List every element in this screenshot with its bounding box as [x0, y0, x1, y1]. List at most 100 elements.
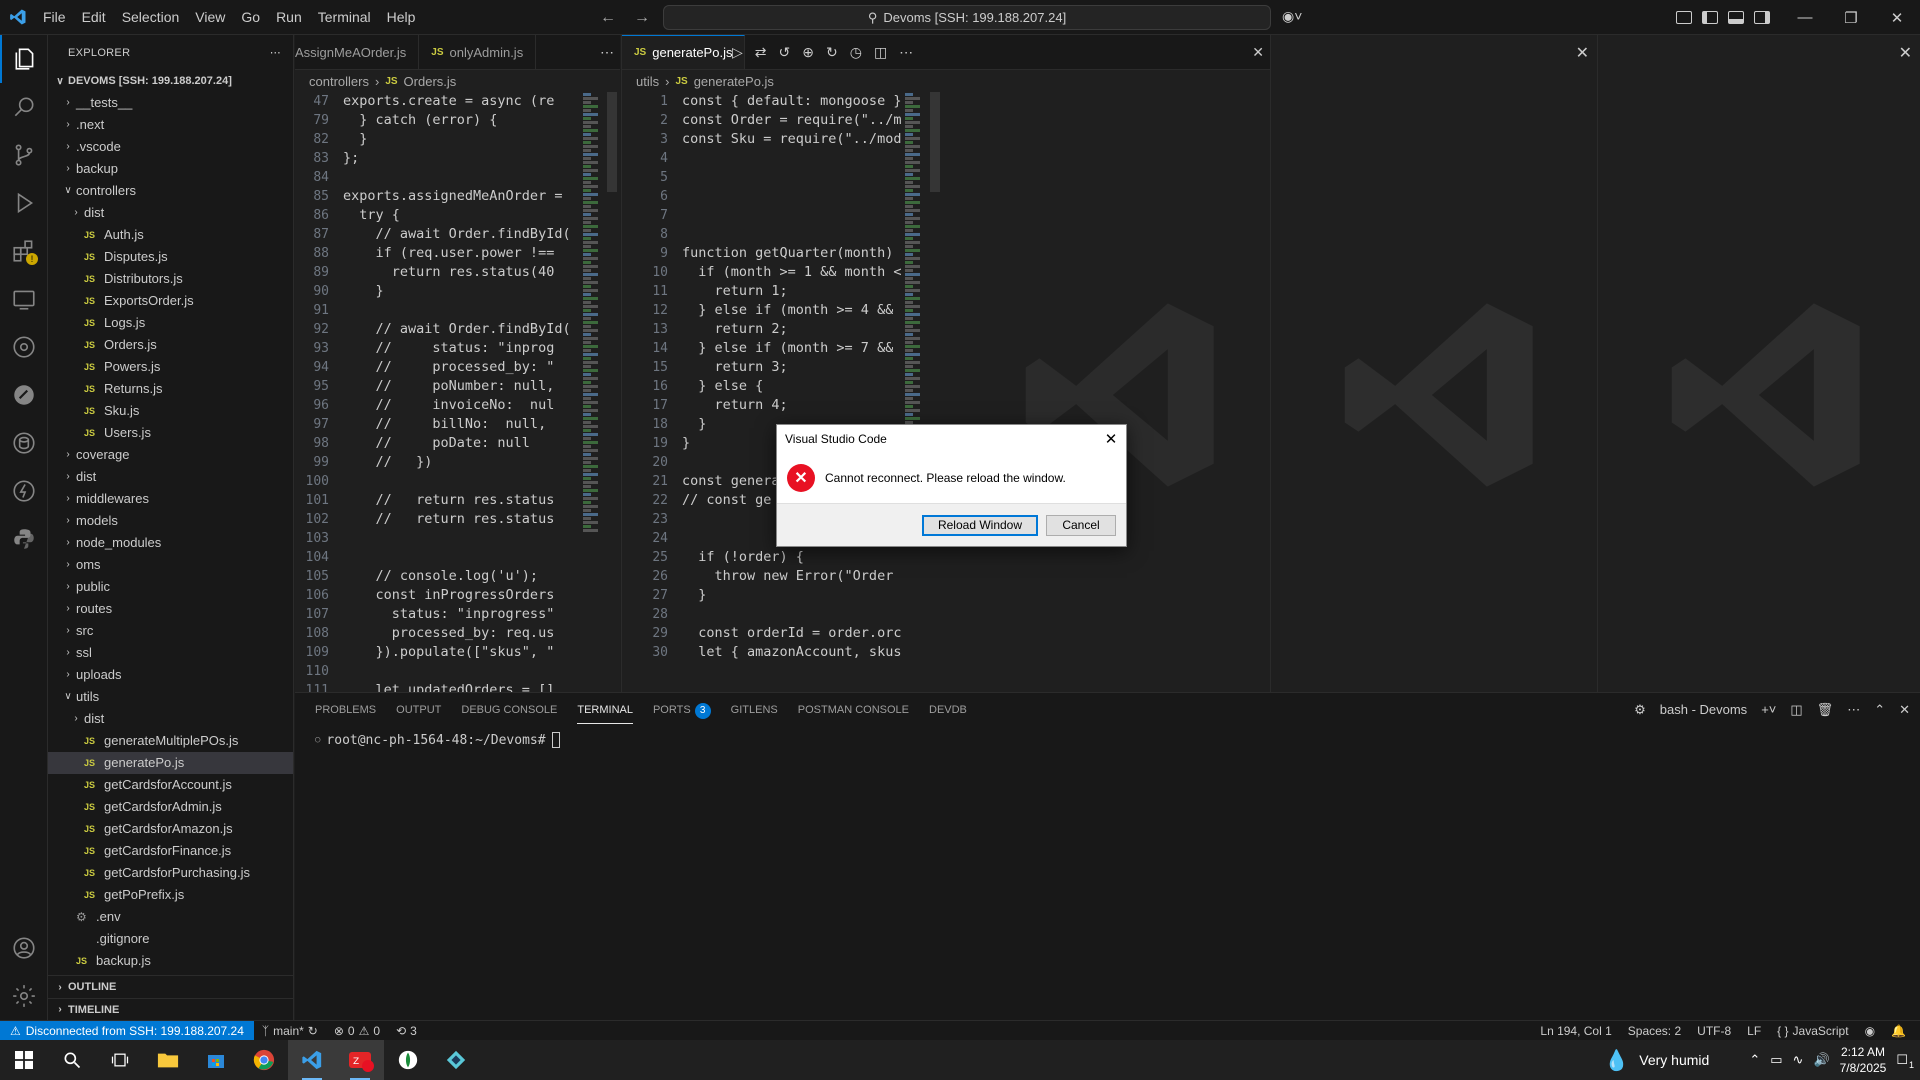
show-hidden-icons-icon[interactable]: ⌃	[1749, 1052, 1760, 1068]
close-icon[interactable]: ✕	[1252, 44, 1264, 61]
menu-run[interactable]: Run	[268, 0, 310, 35]
tree-file[interactable]: JS Orders.js	[48, 334, 293, 356]
panel-tab-problems[interactable]: PROBLEMS	[305, 693, 386, 728]
weather-label[interactable]: Very humid	[1639, 1052, 1709, 1068]
tree-file[interactable]: JS Disputes.js	[48, 246, 293, 268]
vscode-taskbar-icon[interactable]	[288, 1040, 336, 1080]
tree-file[interactable]: ⚙ .env	[48, 906, 293, 928]
tree-folder[interactable]: › .next	[48, 114, 293, 136]
panel-tab-terminal[interactable]: TERMINAL	[567, 693, 643, 728]
run-debug-icon[interactable]	[0, 179, 48, 227]
database-icon[interactable]	[0, 419, 48, 467]
run-icon[interactable]: ▷	[732, 44, 743, 61]
settings-gear-icon[interactable]	[0, 972, 48, 1020]
wifi-icon[interactable]: ∿	[1793, 1052, 1804, 1068]
clock[interactable]: 2:12 AM 7/8/2025	[1840, 1044, 1887, 1076]
tree-file[interactable]: JS Sku.js	[48, 400, 293, 422]
python-icon[interactable]	[0, 515, 48, 563]
tab-generatepo[interactable]: JS generatePo.js	[622, 35, 746, 69]
forwarded-ports-status[interactable]: ⟲ 3	[388, 1024, 425, 1038]
tree-folder[interactable]: › .vscode	[48, 136, 293, 158]
new-terminal-icon[interactable]: +˅	[1761, 702, 1776, 717]
tree-folder[interactable]: › models	[48, 510, 293, 532]
file-explorer-icon[interactable]	[144, 1040, 192, 1080]
remote-status[interactable]: ⚠ Disconnected from SSH: 199.188.207.24	[0, 1020, 254, 1041]
source-control-icon[interactable]	[0, 131, 48, 179]
tab-assignmeaorder[interactable]: AssignMeAOrder.js	[295, 35, 420, 69]
customize-layout-icon[interactable]	[1676, 11, 1692, 24]
breadcrumb-file[interactable]: Orders.js	[404, 74, 457, 89]
tab-onlyadmin[interactable]: JS onlyAdmin.js	[419, 35, 537, 69]
panel-tab-postman-console[interactable]: POSTMAN CONSOLE	[788, 693, 919, 728]
extensions-icon[interactable]: !	[0, 227, 48, 275]
breadcrumb-folder[interactable]: utils	[636, 74, 659, 89]
app-diamond-icon[interactable]	[432, 1040, 480, 1080]
battery-icon[interactable]: ▭	[1770, 1052, 1782, 1068]
menu-selection[interactable]: Selection	[114, 0, 188, 35]
terminal-name[interactable]: bash - Devoms	[1660, 702, 1747, 717]
remote-explorer-icon[interactable]	[0, 275, 48, 323]
toggle-panel-icon[interactable]	[1728, 11, 1744, 24]
minimize-icon[interactable]: —	[1782, 0, 1828, 35]
tree-file[interactable]: JS Users.js	[48, 422, 293, 444]
search-view-icon[interactable]	[0, 83, 48, 131]
menu-help[interactable]: Help	[379, 0, 424, 35]
git-commit-icon[interactable]: ⊕	[802, 44, 814, 61]
tree-file[interactable]: JS getCardsforAmazon.js	[48, 818, 293, 840]
tree-folder[interactable]: › node_modules	[48, 532, 293, 554]
tree-file[interactable]: JS getCardsforAccount.js	[48, 774, 293, 796]
toggle-primary-sidebar-icon[interactable]	[1702, 11, 1718, 24]
tree-folder[interactable]: › dist	[48, 708, 293, 730]
menu-terminal[interactable]: Terminal	[310, 0, 379, 35]
scrollbar-right[interactable]	[930, 92, 940, 192]
tree-file[interactable]: JS getCardsforAdmin.js	[48, 796, 293, 818]
notification-center-icon[interactable]: ☐ 1	[1896, 1052, 1914, 1070]
split-editor-icon[interactable]: ◫	[874, 44, 887, 61]
language-mode[interactable]: { } JavaScript	[1769, 1024, 1856, 1038]
menu-go[interactable]: Go	[233, 0, 268, 35]
indentation[interactable]: Spaces: 2	[1620, 1024, 1689, 1038]
copilot-icon[interactable]: ◉˅	[1282, 8, 1302, 25]
tree-file[interactable]: JS getCardsforFinance.js	[48, 840, 293, 862]
tree-file[interactable]: JS getPoPrefix.js	[48, 884, 293, 906]
volume-icon[interactable]: 🔊	[1813, 1052, 1829, 1068]
tree-file[interactable]: JS getCardsforPurchasing.js	[48, 862, 293, 884]
tree-file[interactable]: JS Powers.js	[48, 356, 293, 378]
outline-section[interactable]: › OUTLINE	[48, 976, 293, 998]
menu-edit[interactable]: Edit	[74, 0, 114, 35]
more-actions-icon[interactable]: ⋯	[270, 46, 281, 59]
tree-file[interactable]: JS backup.js	[48, 950, 293, 972]
tree-folder[interactable]: ∨ utils	[48, 686, 293, 708]
minimap-right[interactable]	[905, 92, 927, 692]
windows-start-icon[interactable]	[0, 1040, 48, 1080]
dialog-close-icon[interactable]: ✕	[1096, 430, 1126, 448]
tree-folder[interactable]: › oms	[48, 554, 293, 576]
close-icon[interactable]: ✕	[1576, 43, 1589, 63]
tree-folder[interactable]: › __tests__	[48, 92, 293, 114]
problems-status[interactable]: ⊗ 0 ⚠ 0	[326, 1024, 388, 1038]
panel-tab-devdb[interactable]: DEVDB	[919, 693, 977, 728]
compare-icon[interactable]: ⇄	[755, 44, 767, 61]
thunder-client-icon[interactable]	[0, 467, 48, 515]
accounts-icon[interactable]	[0, 924, 48, 972]
code-editor-right[interactable]: 1 const { default: mongoose } 2 const Order…	[622, 92, 922, 692]
tree-file[interactable]: JS Logs.js	[48, 312, 293, 334]
microsoft-store-icon[interactable]	[192, 1040, 240, 1080]
end-of-line[interactable]: LF	[1739, 1024, 1769, 1038]
task-view-icon[interactable]	[96, 1040, 144, 1080]
toggle-secondary-sidebar-icon[interactable]	[1754, 11, 1770, 24]
tree-folder[interactable]: › uploads	[48, 664, 293, 686]
more-actions-icon[interactable]: ⋯	[1847, 702, 1860, 718]
tree-folder[interactable]: › src	[48, 620, 293, 642]
reload-window-button[interactable]: Reload Window	[922, 514, 1038, 536]
panel-tab-debug-console[interactable]: DEBUG CONSOLE	[451, 693, 567, 728]
forward-arrow-icon[interactable]: →	[634, 9, 650, 27]
restore-icon[interactable]: ❐	[1828, 0, 1874, 35]
tree-folder[interactable]: › backup	[48, 158, 293, 180]
weather-icon[interactable]: 💧	[1604, 1048, 1629, 1073]
tree-folder[interactable]: › coverage	[48, 444, 293, 466]
previous-change-icon[interactable]: ↺	[779, 44, 791, 61]
git-branch[interactable]: ᛉ main* ↻	[254, 1024, 326, 1038]
chrome-icon[interactable]	[240, 1040, 288, 1080]
cursor-position[interactable]: Ln 194, Col 1	[1532, 1024, 1619, 1038]
